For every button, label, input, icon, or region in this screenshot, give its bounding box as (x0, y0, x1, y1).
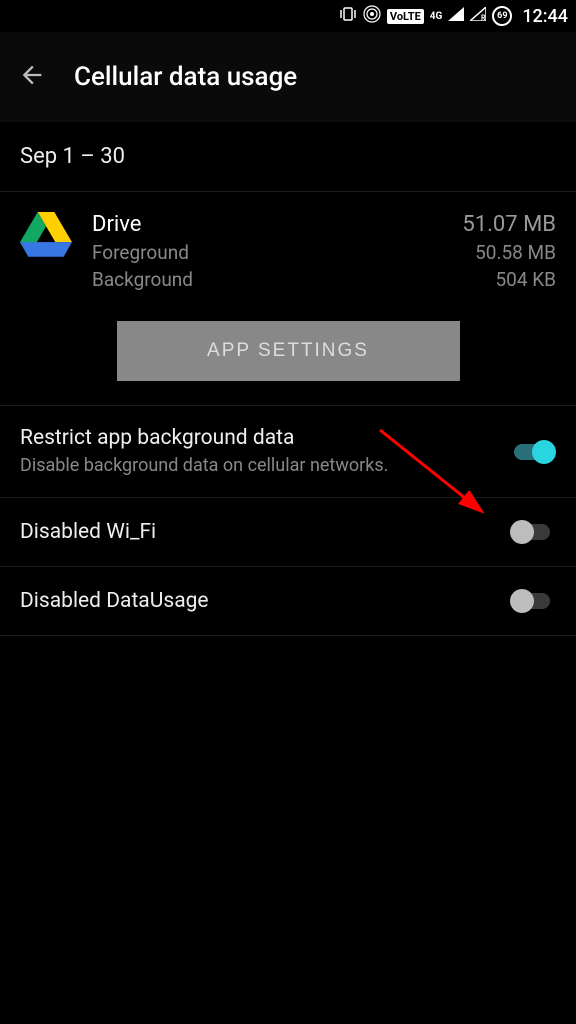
disabled-data-usage-item[interactable]: Disabled DataUsage (0, 567, 576, 636)
app-settings-button[interactable]: APP SETTINGS (117, 321, 460, 381)
restrict-toggle[interactable] (510, 438, 556, 466)
background-value: 504 KB (495, 268, 556, 291)
disabled-wifi-item[interactable]: Disabled Wi_Fi (0, 498, 576, 567)
status-clock: 12:44 (522, 6, 568, 27)
background-label: Background (92, 268, 193, 291)
date-range[interactable]: Sep 1 – 30 (0, 122, 576, 192)
signal-roaming-icon: R (470, 7, 486, 25)
vibrate-icon (339, 7, 357, 25)
status-bar: VoLTE 4G R 69 12:44 (0, 0, 576, 32)
restrict-title: Restrict app background data (20, 426, 510, 450)
restrict-subtitle: Disable background data on cellular netw… (20, 454, 510, 477)
wifi-toggle[interactable] (510, 518, 556, 546)
page-title: Cellular data usage (74, 62, 297, 92)
network-4g-label: 4G (430, 12, 443, 21)
app-usage-section: Drive 51.07 MB Foreground 50.58 MB Backg… (0, 192, 576, 301)
back-arrow-icon[interactable] (18, 61, 46, 93)
data-title: Disabled DataUsage (20, 589, 510, 613)
foreground-value: 50.58 MB (475, 241, 556, 264)
app-name: Drive (92, 212, 141, 237)
app-total-usage: 51.07 MB (462, 212, 556, 237)
foreground-label: Foreground (92, 241, 189, 264)
wifi-title: Disabled Wi_Fi (20, 520, 510, 544)
svg-text:R: R (481, 14, 486, 21)
app-header: Cellular data usage (0, 32, 576, 122)
volte-badge: VoLTE (387, 9, 424, 24)
signal-icon (448, 7, 464, 25)
google-drive-icon (20, 212, 72, 264)
restrict-background-data-item[interactable]: Restrict app background data Disable bac… (0, 406, 576, 498)
hotspot-icon (363, 5, 381, 27)
data-toggle[interactable] (510, 587, 556, 615)
battery-icon: 69 (492, 6, 512, 26)
